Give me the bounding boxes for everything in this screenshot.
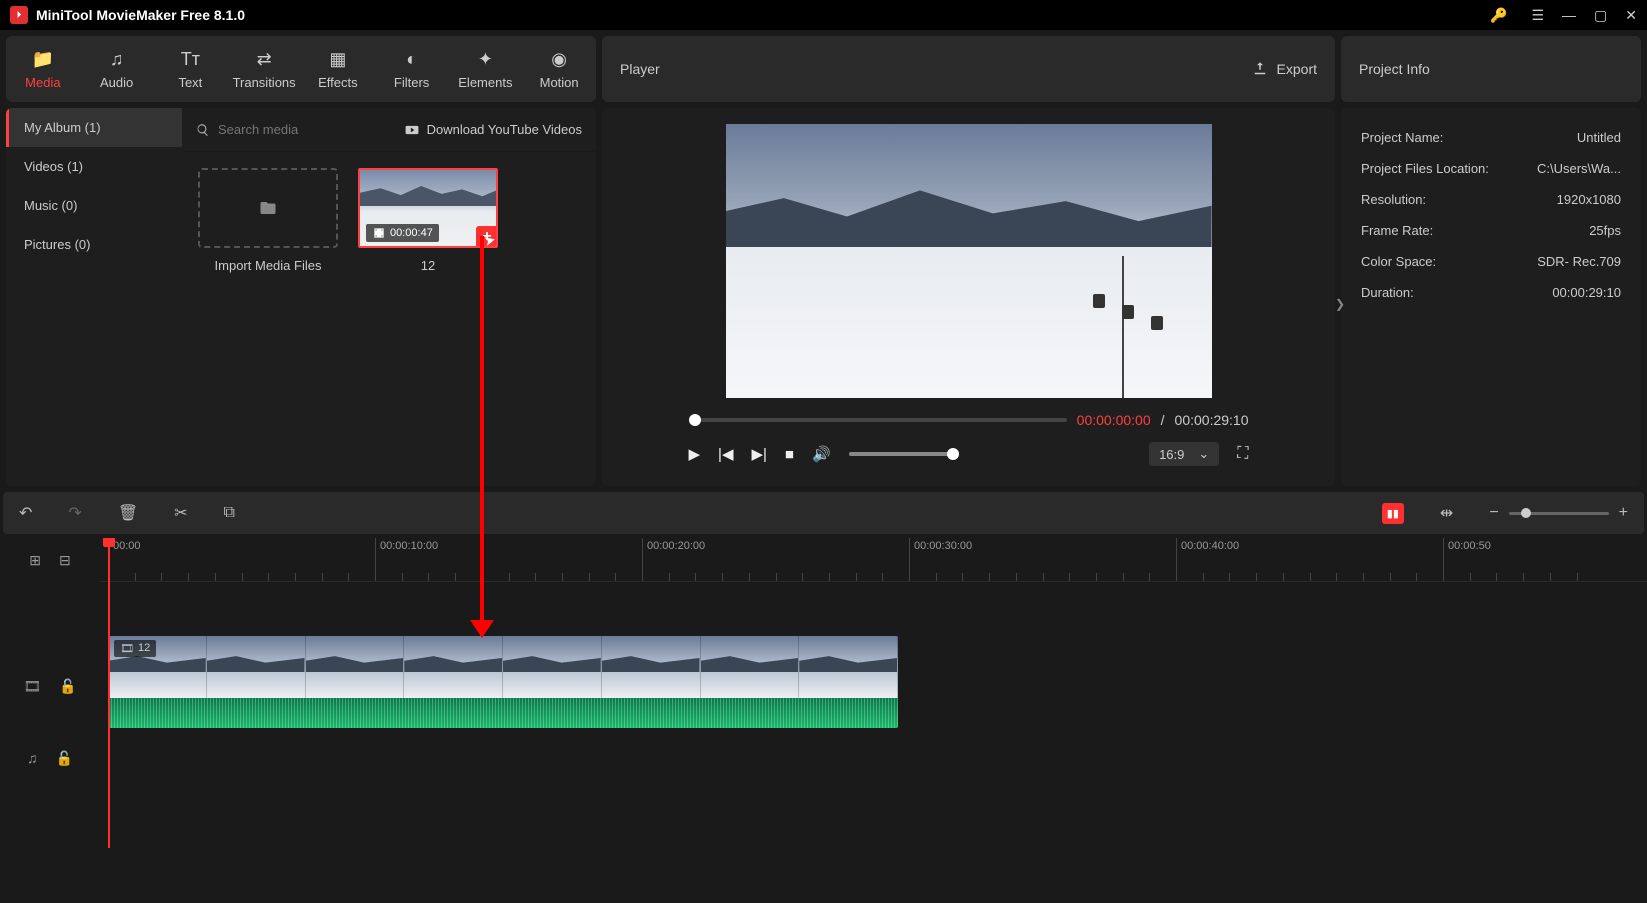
media-sidebar: My Album (1) Videos (1) Music (0) Pictur… — [6, 108, 182, 486]
export-button[interactable]: Export — [1251, 60, 1317, 78]
lock-track-button[interactable]: 🔓 — [59, 678, 76, 695]
fullscreen-button[interactable]: ⛶ — [1237, 445, 1248, 463]
audio-track-icon: ♫ — [27, 750, 38, 766]
video-track-icon: 🎞 — [23, 678, 41, 695]
marker-button[interactable]: ▮▮ — [1382, 503, 1404, 524]
download-youtube-button[interactable]: Download YouTube Videos — [405, 122, 582, 137]
video-track[interactable]: 🎞 12 — [100, 636, 1647, 736]
add-track-button[interactable]: ⊞ — [29, 552, 41, 569]
zoom-slider[interactable] — [1509, 512, 1609, 515]
project-info-header: Project Info — [1341, 36, 1641, 102]
snap-button[interactable]: ⇹ — [1440, 503, 1453, 523]
volume-slider[interactable] — [849, 452, 959, 456]
tab-motion[interactable]: ◉Motion — [522, 36, 596, 102]
tab-audio[interactable]: ♫Audio — [80, 36, 154, 102]
remove-track-button[interactable]: ⊟ — [59, 552, 71, 569]
sidebar-videos[interactable]: Videos (1) — [6, 147, 182, 186]
audio-track[interactable] — [100, 736, 1647, 786]
prev-frame-button[interactable]: |◀ — [718, 445, 733, 463]
seek-bar[interactable] — [689, 418, 1067, 422]
track-controls: ⊞ ⊟ 🎞 🔓 ♫ 🔓 — [0, 538, 100, 848]
timeline-toolbar: ↶ ↷ 🗑 ✂ ⧉ ▮▮ ⇹ − + — [3, 492, 1644, 534]
annotation-arrow — [480, 236, 484, 636]
timeline-clip[interactable]: 🎞 12 — [108, 636, 898, 728]
audio-waveform — [108, 698, 898, 728]
video-preview[interactable] — [726, 124, 1212, 398]
minimize-button[interactable]: — — [1562, 7, 1576, 23]
player-header: Player Export — [602, 36, 1335, 102]
aspect-ratio-select[interactable]: 16:9⌄ — [1149, 442, 1219, 466]
tab-effects[interactable]: ▦Effects — [301, 36, 375, 102]
delete-button[interactable]: 🗑 — [118, 503, 138, 523]
folder-plus-icon — [259, 199, 277, 217]
redo-button[interactable]: ↷ — [68, 503, 81, 523]
total-timecode: 00:00:29:10 — [1175, 412, 1249, 428]
player-label: Player — [620, 61, 660, 77]
next-frame-button[interactable]: ▶| — [751, 445, 766, 463]
tab-media[interactable]: 📁Media — [6, 36, 80, 102]
clip-name: 12 — [421, 258, 435, 273]
app-logo: ⏵ — [10, 6, 28, 24]
close-button[interactable]: ✕ — [1625, 7, 1637, 24]
transition-icon: ⇄ — [257, 49, 272, 71]
undo-button[interactable]: ↶ — [19, 503, 32, 523]
hamburger-icon[interactable]: ☰ — [1531, 7, 1544, 24]
motion-icon: ◉ — [551, 49, 567, 71]
chevron-down-icon: ⌄ — [1198, 446, 1209, 462]
music-note-icon: ♫ — [110, 49, 124, 71]
media-clip-thumbnail[interactable]: 00:00:47 + — [358, 168, 498, 248]
time-ruler[interactable]: 00:00 00:00:10:00 00:00:20:00 00:00:30:0… — [100, 538, 1647, 582]
import-label: Import Media Files — [215, 258, 322, 273]
search-input[interactable] — [218, 122, 358, 137]
volume-icon[interactable]: 🔊 — [812, 445, 831, 463]
sidebar-my-album[interactable]: My Album (1) — [6, 108, 182, 147]
play-button[interactable]: ▶ — [689, 445, 701, 463]
key-icon[interactable]: 🔑 — [1490, 7, 1507, 24]
tracks-area[interactable]: 00:00 00:00:10:00 00:00:20:00 00:00:30:0… — [100, 538, 1647, 848]
current-timecode: 00:00:00:00 — [1077, 412, 1151, 428]
folder-icon: 📁 — [32, 49, 54, 71]
elements-icon: ✦ — [478, 49, 493, 71]
tab-filters[interactable]: ◐Filters — [375, 36, 449, 102]
player-panel: 00:00:00:00 / 00:00:29:10 ▶ |◀ ▶| ■ 🔊 16… — [602, 108, 1335, 486]
search-icon — [196, 123, 210, 137]
zoom-out-button[interactable]: − — [1489, 504, 1498, 522]
timeline-clip-label: 🎞 12 — [114, 640, 156, 657]
timeline: ⊞ ⊟ 🎞 🔓 ♫ 🔓 00:00 00:00:10:00 00:00:20:0… — [0, 538, 1647, 848]
tab-transitions[interactable]: ⇄Transitions — [227, 36, 301, 102]
zoom-in-button[interactable]: + — [1619, 504, 1628, 522]
playhead[interactable] — [108, 538, 110, 848]
sidebar-music[interactable]: Music (0) — [6, 186, 182, 225]
tab-elements[interactable]: ✦Elements — [449, 36, 523, 102]
collapse-chevron-icon[interactable]: ❯ — [1335, 297, 1345, 311]
search-media[interactable] — [196, 122, 395, 137]
stop-button[interactable]: ■ — [785, 446, 794, 463]
crop-button[interactable]: ⧉ — [224, 504, 235, 522]
tab-text[interactable]: TᴛText — [154, 36, 228, 102]
title-bar: ⏵ MiniTool MovieMaker Free 8.1.0 🔑 ☰ — ▢… — [0, 0, 1647, 30]
export-icon — [1251, 60, 1269, 78]
import-media-tile[interactable] — [198, 168, 338, 248]
text-icon: Tᴛ — [181, 49, 200, 71]
main-toolbar: 📁Media ♫Audio TᴛText ⇄Transitions ▦Effec… — [6, 36, 596, 102]
split-button[interactable]: ✂ — [174, 503, 187, 523]
sidebar-pictures[interactable]: Pictures (0) — [6, 225, 182, 264]
maximize-button[interactable]: ▢ — [1594, 7, 1607, 24]
project-info-panel: ❯ Project Name:Untitled Project Files Lo… — [1341, 108, 1641, 486]
clip-duration-badge: 00:00:47 — [366, 224, 439, 242]
effects-icon: ▦ — [329, 49, 346, 71]
lock-audio-button[interactable]: 🔓 — [56, 750, 73, 767]
media-panel: My Album (1) Videos (1) Music (0) Pictur… — [6, 108, 596, 486]
filters-icon: ◐ — [406, 49, 417, 71]
film-icon — [372, 226, 386, 240]
youtube-icon — [405, 123, 419, 137]
app-title: MiniTool MovieMaker Free 8.1.0 — [36, 7, 1490, 23]
